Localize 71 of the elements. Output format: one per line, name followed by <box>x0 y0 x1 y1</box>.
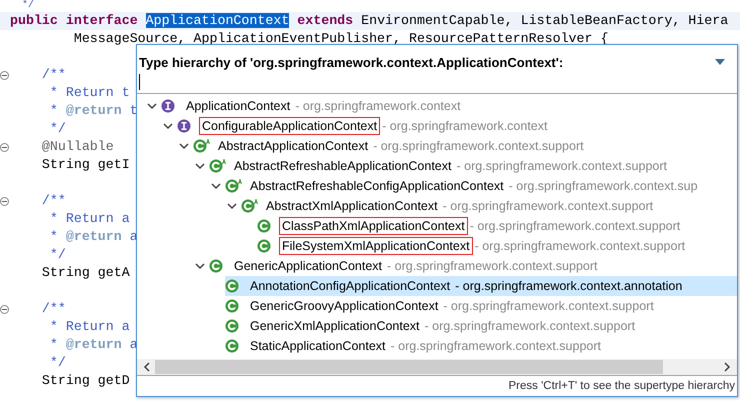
tree-item[interactable]: ConfigurableApplicationContext - org.springframework.context <box>137 116 737 136</box>
tree-item[interactable]: ApplicationContext - org.springframework.context <box>137 96 737 116</box>
code-line: /** <box>40 193 66 208</box>
chevron-icon[interactable] <box>179 142 189 150</box>
package-name: - org.springframework.context.sup <box>508 179 698 193</box>
code-line: String getA <box>40 265 130 280</box>
tree-item[interactable]: GenericApplicationContext - org.springframework.context.support <box>137 256 737 276</box>
package-name: - org.springframework.context <box>382 119 548 133</box>
package-name: - org.springframework.context.annotation <box>455 279 682 293</box>
code-line: */ <box>48 121 66 136</box>
code-line: * Return t <box>48 85 130 100</box>
tree-item[interactable]: GenericXmlApplicationContext - org.springframework.context.support <box>137 316 737 336</box>
package-name: - org.springframework.context.support <box>390 339 602 353</box>
package-name: - org.springframework.context.support <box>424 319 636 333</box>
filter-field[interactable] <box>137 71 737 94</box>
horizontal-scrollbar[interactable] <box>137 359 737 375</box>
code-line: * @return t <box>48 103 138 118</box>
type-name: AbstractXmlApplicationContext <box>265 198 439 215</box>
code-line: */ <box>48 247 66 262</box>
type-name: GenericXmlApplicationContext <box>249 318 421 335</box>
code-line: */ <box>21 0 34 11</box>
type-name: FileSystemXmlApplicationContext <box>279 237 473 255</box>
package-name: - org.springframework.context.support <box>474 239 686 253</box>
menu-icon[interactable] <box>715 59 725 65</box>
package-name: - org.springframework.context.support <box>442 199 654 213</box>
code-line: @Nullable <box>40 139 114 154</box>
tree-item[interactable]: ClassPathXmlApplicationContext - org.springframework.context.support <box>137 216 737 236</box>
tree-item[interactable]: AbstractRefreshableApplicationContext - org.springframework.context.support <box>137 156 737 176</box>
chevron-icon[interactable] <box>147 102 157 110</box>
code-line: String getD <box>40 373 130 388</box>
type-name: ConfigurableApplicationContext <box>199 117 380 135</box>
package-name: - org.springframework.context.support <box>373 139 584 153</box>
type-name: GenericApplicationContext <box>233 258 383 275</box>
tree-item[interactable]: StaticApplicationContext - org.springframework.context.support <box>137 336 737 356</box>
chevron-icon[interactable] <box>195 162 205 170</box>
type-name: AbstractRefreshableConfigApplicationContext <box>249 178 505 195</box>
chevron-icon[interactable] <box>195 262 205 270</box>
type-name: StaticApplicationContext <box>249 338 386 355</box>
status-hint: Press 'Ctrl+T' to see the supertype hierarchy <box>508 380 735 392</box>
type-name: GenericGroovyApplicationContext <box>249 298 440 315</box>
chevron-icon[interactable] <box>227 202 237 210</box>
type-name: ClassPathXmlApplicationContext <box>279 217 468 235</box>
code-line: * Return a <box>48 319 130 334</box>
fold-icon[interactable] <box>0 71 9 80</box>
tree-item[interactable]: AbstractXmlApplicationContext - org.springframework.context.support <box>137 196 737 216</box>
tree-item[interactable]: AbstractApplicationContext - org.springframework.context.support <box>137 136 737 156</box>
code-line: */ <box>48 355 66 370</box>
package-name: - org.springframework.context.support <box>387 259 598 273</box>
fold-icon[interactable] <box>0 143 9 152</box>
code-line: /** <box>40 67 66 82</box>
tree-item[interactable]: GenericGroovyApplicationContext - org.springframework.context.support <box>137 296 737 316</box>
tree-item[interactable]: AbstractRefreshableConfigApplicationContext - org.springframework.context.sup <box>137 176 737 196</box>
chevron-icon[interactable] <box>211 182 221 190</box>
scroll-right-icon[interactable] <box>723 362 731 372</box>
type-name: AbstractRefreshableApplicationContext <box>233 158 452 175</box>
tree-item[interactable]: FileSystemXmlApplicationContext - org.springframework.context.support <box>137 236 737 256</box>
fold-icon[interactable] <box>0 197 9 206</box>
code-line: /** <box>40 301 66 316</box>
type-name: AbstractApplicationContext <box>217 138 370 155</box>
type-name: AnnotationConfigApplicationContext <box>249 278 452 295</box>
fold-icon[interactable] <box>0 305 9 314</box>
scroll-left-icon[interactable] <box>143 362 151 372</box>
package-name: - org.springframework.context.support <box>443 299 654 313</box>
popup-title: Type hierarchy of 'org.springframework.context.ApplicationContext': <box>139 54 564 70</box>
package-name: - org.springframework.context <box>295 99 461 113</box>
code-line: * Return a <box>48 211 130 226</box>
type-name: ApplicationContext <box>185 98 292 115</box>
chevron-icon[interactable] <box>163 122 173 130</box>
package-name: - org.springframework.context.support <box>470 219 680 233</box>
code-line: String getI <box>40 157 130 172</box>
package-name: - org.springframework.context.support <box>456 159 667 173</box>
